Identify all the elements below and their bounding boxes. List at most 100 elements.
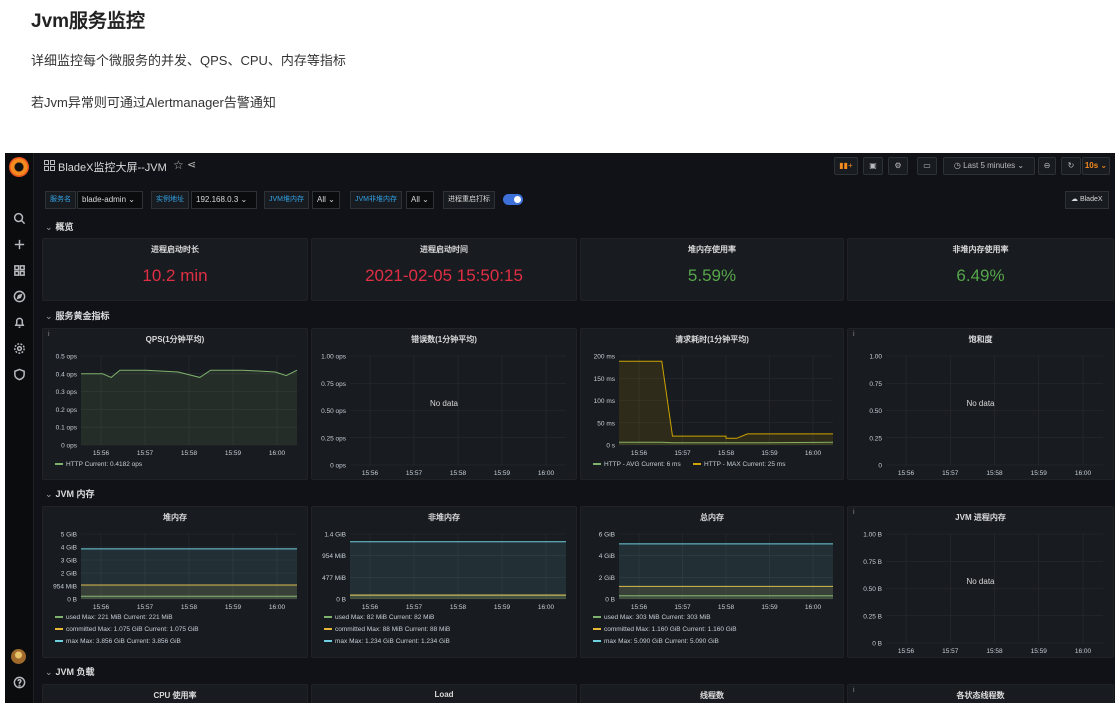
panel-title: 堆内存使用率	[688, 245, 736, 254]
graph-panel-qps[interactable]: i QPS(1分钟平均) 0 ops 0.1 ops 0.2 ops 0.3 ops 0…	[42, 328, 308, 480]
settings-icon[interactable]: ⚙	[888, 157, 908, 175]
add-panel-icon[interactable]: ▮▮+	[834, 157, 858, 175]
grafana-logo-icon[interactable]	[9, 157, 29, 177]
dashboards-icon[interactable]	[5, 261, 34, 279]
legend-item[interactable]: committed Max: 1.160 GiB Current: 1.160 …	[593, 626, 737, 633]
heap-select[interactable]: All ⌄	[312, 191, 340, 209]
y-tick-label: 4 GiB	[61, 545, 77, 552]
time-picker[interactable]: ◷ Last 5 minutes ⌄	[943, 157, 1035, 175]
compass-icon[interactable]	[5, 287, 34, 305]
y-tick-label: 0.25 ops	[321, 435, 347, 442]
page-title: Jvm服务监控	[31, 11, 146, 32]
plus-icon[interactable]	[5, 235, 34, 253]
graph-panel-cpu[interactable]: CPU 使用率	[42, 684, 308, 703]
legend-label: used Max: 221 MiB Current: 221 MiB	[66, 614, 173, 621]
bladex-link[interactable]: ☁ BladeX	[1065, 191, 1109, 209]
row-jvm-load[interactable]: ⌄ JVM 负载	[45, 665, 95, 678]
x-tick-label: 15:59	[494, 470, 511, 477]
graph-panel-heap[interactable]: 堆内存 0 B 954 MiB 2 GiB 3 GiB 4 GiB 5 GiB 15:56 1…	[42, 506, 308, 658]
dashboard-title[interactable]: BladeX监控大屏--JVM	[58, 159, 167, 175]
row-overview[interactable]: ⌄ 概览	[45, 220, 74, 233]
row-jvm-memory[interactable]: ⌄ JVM 内存	[45, 487, 95, 500]
stat-panel-heap-usage[interactable]: 堆内存使用率 5.59%	[580, 238, 844, 301]
x-tick-label: 16:00	[538, 470, 555, 477]
shield-icon[interactable]	[5, 365, 34, 383]
legend-item[interactable]: max Max: 1.234 GiB Current: 1.234 GiB	[324, 638, 450, 645]
legend-item[interactable]: used Max: 221 MiB Current: 221 MiB	[55, 614, 173, 621]
grafana-dashboard: BladeX监控大屏--JVM ☆ ⋖ ▮▮+ ▣ ⚙ ▭ ◷ Last 5 m…	[5, 153, 1115, 703]
legend-label: used Max: 82 MiB Current: 82 MiB	[335, 614, 435, 621]
legend-item[interactable]: committed Max: 1.075 GiB Current: 1.075 …	[55, 626, 199, 633]
zoom-out-icon[interactable]: ⊖	[1038, 157, 1056, 175]
instance-select[interactable]: 192.168.0.3 ⌄	[191, 191, 257, 209]
stat-value: 5.59%	[687, 266, 737, 285]
graph-panel-total-memory[interactable]: 总内存 0 B2 GiB 4 GiB 6 GiB 15:56 15:57 15:58 15:…	[580, 506, 844, 658]
heap-value: All	[317, 195, 326, 204]
search-icon[interactable]	[5, 209, 34, 227]
legend-item[interactable]: used Max: 82 MiB Current: 82 MiB	[324, 614, 434, 621]
no-data-label: No data	[966, 576, 995, 586]
graph-panel-saturation[interactable]: i 饱和度 0 0.25 0.50 0.75 1.00 15:56 15:57 15:58 15…	[847, 328, 1114, 480]
refresh-icon[interactable]: ↻	[1061, 157, 1081, 175]
plot-area: 0 ops 0.1 ops 0.2 ops 0.3 ops 0.4 ops 0.5 ops…	[56, 354, 298, 457]
row-golden-metrics[interactable]: ⌄ 服务黄金指标	[45, 309, 110, 322]
stat-panel-start-time[interactable]: 进程启动时间 2021-02-05 15:50:15	[311, 238, 577, 301]
legend-item[interactable]: HTTP Current: 0.4182 ops	[55, 461, 142, 468]
x-tick-label: 16:00	[1075, 470, 1092, 477]
x-tick-label: 15:57	[137, 450, 154, 457]
bell-icon[interactable]	[5, 313, 34, 331]
refresh-interval-label: 10s	[1084, 161, 1099, 170]
y-tick-label: 0.5 ops	[56, 354, 78, 361]
x-tick-label: 15:59	[225, 604, 242, 611]
y-tick-label: 0.50 ops	[321, 408, 347, 415]
save-icon[interactable]: ▣	[863, 157, 883, 175]
stat-panel-uptime[interactable]: 进程启动时长 10.2 min	[42, 238, 308, 301]
legend-item[interactable]: used Max: 303 MiB Current: 303 MiB	[593, 614, 711, 621]
y-tick-label: 0.1 ops	[56, 425, 78, 432]
graph-panel-threads[interactable]: 线程数	[580, 684, 844, 703]
graph-panel-thread-states[interactable]: i 各状态线程数	[847, 684, 1114, 703]
x-tick-label: 15:58	[181, 604, 198, 611]
nonheap-select[interactable]: All ⌄	[406, 191, 434, 209]
restart-annotation-toggle[interactable]	[503, 194, 523, 205]
legend-item[interactable]: HTTP - AVG Current: 6 ms	[593, 461, 681, 468]
avatar[interactable]	[11, 649, 26, 664]
share-icon[interactable]: ⋖	[187, 158, 196, 171]
graph-panel-nonheap[interactable]: 非堆内存 0 B 477 MiB 954 MiB 1.4 GiB 15:56 15:57 1…	[311, 506, 577, 658]
graph-panel-errors[interactable]: 错误数(1分钟平均) 0 ops 0.25 ops 0.50 ops 0.75 ops…	[311, 328, 577, 480]
graph-panel-latency[interactable]: 请求耗时(1分钟平均) 0 s 50 ms 100 ms 150 ms 200 ms 15…	[580, 328, 844, 480]
legend-item[interactable]: max Max: 3.856 GiB Current: 3.856 GiB	[55, 638, 181, 645]
side-menu	[5, 153, 34, 703]
row-jvm-memory-label: JVM 内存	[55, 489, 95, 499]
tv-mode-icon[interactable]: ▭	[917, 157, 937, 175]
legend-item[interactable]: committed Max: 88 MiB Current: 88 MiB	[324, 626, 450, 633]
x-tick-label: 15:56	[93, 604, 110, 611]
series-area-http	[81, 370, 297, 445]
legend-swatch	[55, 628, 63, 631]
y-tick-label: 1.00	[869, 354, 882, 361]
legend-item[interactable]: HTTP - MAX Current: 25 ms	[693, 461, 786, 468]
y-tick-label: 2 GiB	[599, 575, 615, 582]
y-tick-label: 0 B	[336, 597, 346, 604]
refresh-interval-picker[interactable]: 10s ⌄	[1082, 157, 1110, 175]
x-tick-label: 15:56	[362, 470, 379, 477]
chevron-down-icon: ⌄	[45, 667, 53, 677]
help-icon[interactable]	[5, 673, 34, 691]
legend-item[interactable]: max Max: 5.090 GiB Current: 5.090 GiB	[593, 638, 719, 645]
x-tick-label: 15:57	[674, 450, 691, 457]
gear-icon[interactable]	[5, 339, 34, 357]
x-tick-label: 16:00	[805, 604, 822, 611]
graph-panel-load[interactable]: Load	[311, 684, 577, 703]
graph-panel-jvm-process-memory[interactable]: i JVM 进程内存 0 B 0.25 B 0.50 B 0.75 B 1.00 B 15…	[847, 506, 1114, 658]
service-select[interactable]: blade-admin ⌄	[77, 191, 143, 209]
legend-label: HTTP Current: 0.4182 ops	[66, 461, 143, 468]
chevron-down-icon: ⌄	[45, 222, 53, 232]
stat-panel-nonheap-usage[interactable]: 非堆内存使用率 6.49%	[847, 238, 1114, 301]
y-tick-label: 1.00 B	[863, 532, 882, 539]
star-icon[interactable]: ☆	[173, 158, 184, 172]
service-value: blade-admin	[82, 195, 127, 204]
legend-label: max Max: 1.234 GiB Current: 1.234 GiB	[335, 638, 450, 645]
y-tick-label: 0.4 ops	[56, 371, 78, 378]
panel-title: Load	[434, 690, 454, 699]
plot-area: 0 s 50 ms 100 ms 150 ms 200 ms 15:56 15:57 15:5…	[594, 354, 834, 457]
